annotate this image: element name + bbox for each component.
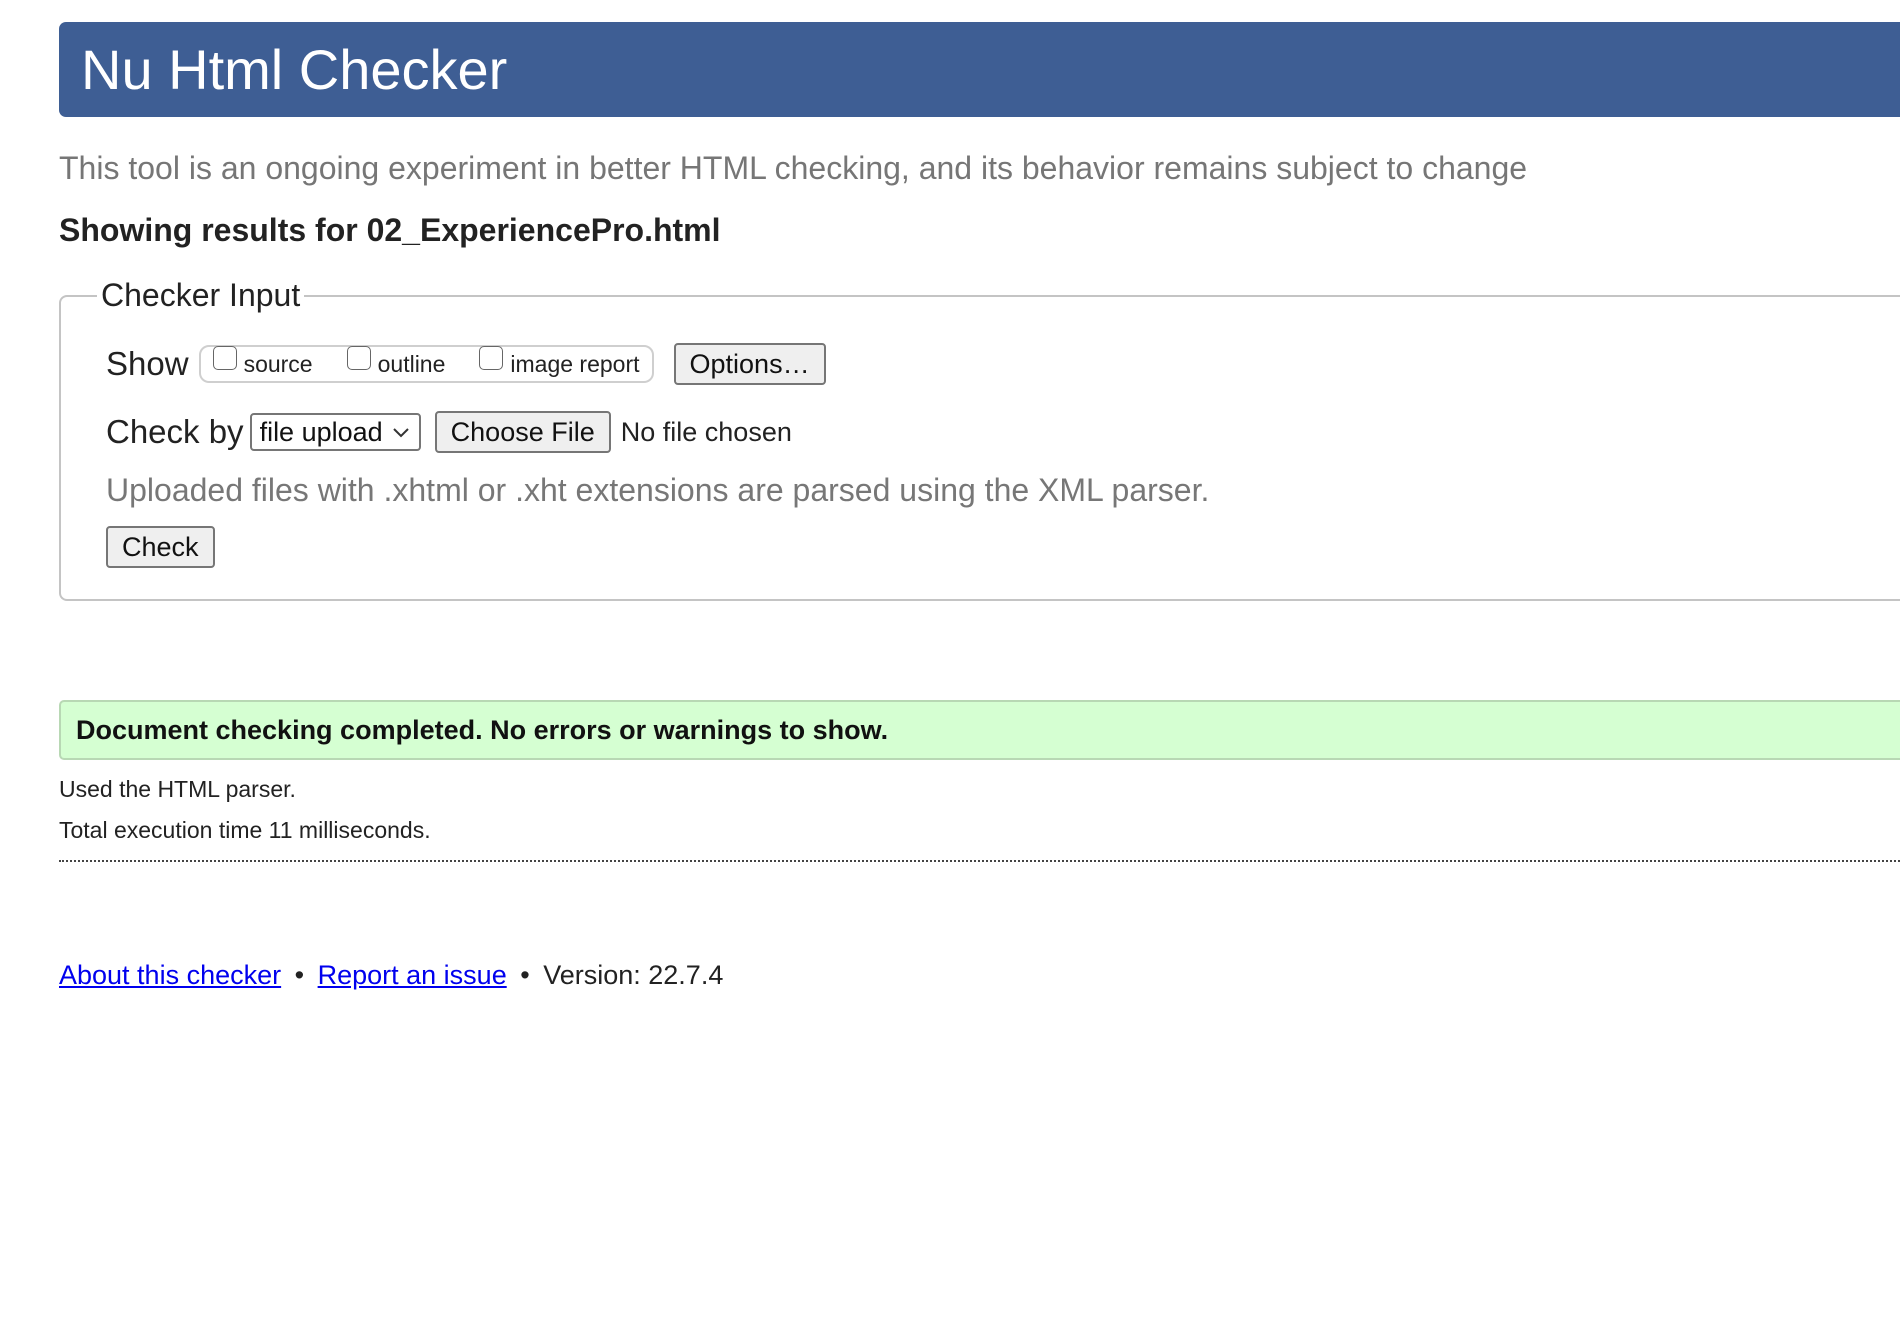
parser-note: Used the HTML parser. <box>59 776 296 802</box>
header-banner: Nu Html Checker <box>59 22 1900 117</box>
file-status: No file chosen <box>620 416 792 447</box>
show-source-option[interactable]: source <box>212 346 313 378</box>
check-by-row: Check by file upload Choose File No file… <box>106 411 792 453</box>
report-issue-link[interactable]: Report an issue <box>318 960 507 990</box>
image-report-checkbox[interactable] <box>479 346 504 370</box>
show-outline-option[interactable]: outline <box>346 346 446 378</box>
show-label: Show <box>106 345 189 382</box>
xml-parser-hint: Uploaded files with .xhtml or .xht exten… <box>106 472 1210 508</box>
execution-time: Total execution time 11 milliseconds. <box>59 817 431 843</box>
about-checker-link[interactable]: About this checker <box>59 960 281 990</box>
check-by-selected-value: file upload <box>259 416 383 447</box>
choose-file-button[interactable]: Choose File <box>434 411 611 453</box>
outline-checkbox[interactable] <box>346 346 371 370</box>
page: Nu Html Checker This tool is an ongoing … <box>0 0 1900 1340</box>
footer-separator: • <box>520 960 530 990</box>
show-row: Show source outline image report Options… <box>106 343 826 385</box>
tool-description: This tool is an ongoing experiment in be… <box>59 150 1528 186</box>
divider <box>59 860 1900 862</box>
version-text: Version: 22.7.4 <box>543 960 724 990</box>
success-message: Document checking completed. No errors o… <box>59 700 1900 760</box>
show-options-group: source outline image report <box>198 345 654 383</box>
page-title: Nu Html Checker <box>81 38 508 101</box>
check-by-label: Check by <box>106 413 244 450</box>
results-heading: Showing results for 02_ExperiencePro.htm… <box>59 212 721 248</box>
source-checkbox[interactable] <box>212 346 237 370</box>
outline-checkbox-label: outline <box>377 350 446 377</box>
chevron-down-icon <box>392 428 409 438</box>
footer: About this checker • Report an issue • V… <box>59 960 723 991</box>
options-button[interactable]: Options… <box>673 343 826 385</box>
source-checkbox-label: source <box>243 350 313 377</box>
show-image-report-option[interactable]: image report <box>479 346 640 378</box>
checker-input-legend: Checker Input <box>101 277 301 313</box>
image-report-checkbox-label: image report <box>510 350 640 377</box>
footer-separator: • <box>294 960 305 990</box>
check-by-select[interactable]: file upload <box>249 413 421 451</box>
check-button[interactable]: Check <box>106 526 215 568</box>
